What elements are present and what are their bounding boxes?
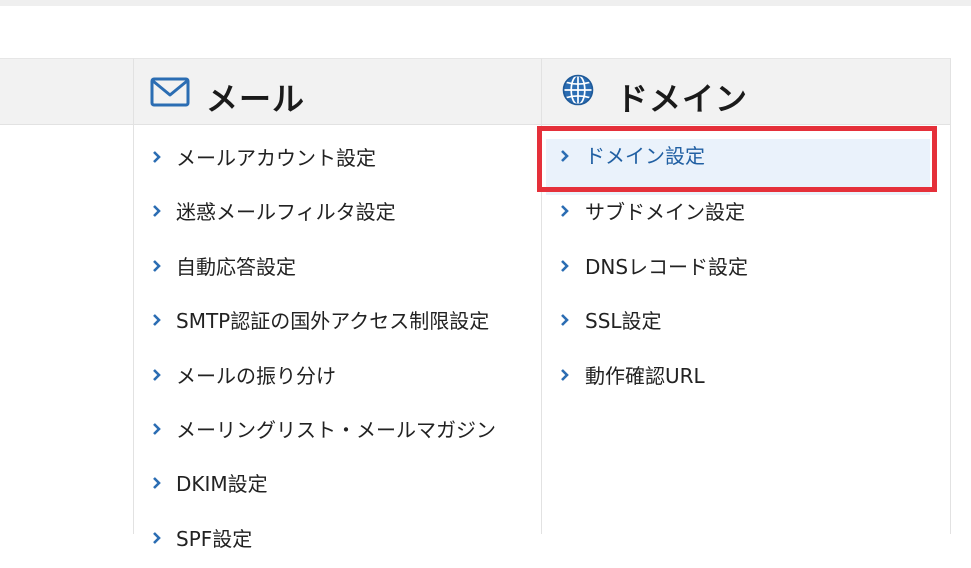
chevron-right-icon xyxy=(153,205,161,218)
left-column-header xyxy=(0,59,133,125)
menu-item-subdomain-settings[interactable]: サブドメイン設定 xyxy=(542,187,950,241)
menu-item-verification-url[interactable]: 動作確認URL xyxy=(542,351,950,405)
menu-item-label: 動作確認URL xyxy=(585,363,705,388)
menu-item-label: サブドメイン設定 xyxy=(585,200,745,225)
menu-item-domain-settings[interactable]: ドメイン設定 xyxy=(542,133,950,195)
chevron-right-icon xyxy=(153,368,161,381)
menu-item-spf[interactable]: SPF設定 xyxy=(134,514,541,568)
mail-menu: メールアカウント設定 迷惑メールフィルタ設定 自動応答設定 SMTP認証の国外ア… xyxy=(134,133,541,568)
chevron-right-icon xyxy=(561,150,569,162)
globe-icon xyxy=(562,74,594,106)
top-bar xyxy=(0,0,971,6)
menu-item-label: SPF設定 xyxy=(176,526,253,551)
menu-item-label: メールアカウント設定 xyxy=(176,146,376,170)
menu-item-auto-reply[interactable]: 自動応答設定 xyxy=(134,242,541,296)
menu-item-dkim[interactable]: DKIM設定 xyxy=(134,459,541,513)
menu-item-label: メーリングリスト・メールマガジン xyxy=(176,417,496,442)
chevron-right-icon xyxy=(153,423,161,435)
menu-item-label: ドメイン設定 xyxy=(585,144,705,168)
menu-item-mail-account[interactable]: メールアカウント設定 xyxy=(134,133,541,187)
menu-item-label: 迷惑メールフィルタ設定 xyxy=(176,200,396,225)
mail-section: メール メールアカウント設定 迷惑メールフィルタ設定 自動応答設定 SMTP認証… xyxy=(134,58,542,551)
menu-item-spam-filter[interactable]: 迷惑メールフィルタ設定 xyxy=(134,187,541,241)
chevron-right-icon xyxy=(561,314,569,327)
domain-section: ドメイン ドメイン設定 サブドメイン設定 DNSレコード設定 SSL設定 動作確… xyxy=(542,58,951,534)
menu-item-label: 自動応答設定 xyxy=(176,254,296,279)
mail-section-header: メール xyxy=(134,59,541,125)
left-column xyxy=(0,58,134,534)
menu-item-label: メールの振り分け xyxy=(176,363,336,388)
chevron-right-icon xyxy=(153,259,161,272)
chevron-right-icon xyxy=(153,151,161,163)
chevron-right-icon xyxy=(561,368,569,381)
menu-item-label: SMTP認証の国外アクセス制限設定 xyxy=(176,309,490,334)
menu-item-smtp-restriction[interactable]: SMTP認証の国外アクセス制限設定 xyxy=(134,296,541,350)
domain-menu: ドメイン設定 サブドメイン設定 DNSレコード設定 SSL設定 動作確認URL xyxy=(542,133,950,405)
chevron-right-icon xyxy=(153,477,161,490)
menu-item-ssl-settings[interactable]: SSL設定 xyxy=(542,296,950,350)
mail-section-title: メール xyxy=(206,80,306,118)
menu-item-mail-sorting[interactable]: メールの振り分け xyxy=(134,351,541,405)
menu-item-mailing-list[interactable]: メーリングリスト・メールマガジン xyxy=(134,405,541,459)
chevron-right-icon xyxy=(561,259,569,272)
menu-item-label: SSL設定 xyxy=(585,309,662,334)
chevron-right-icon xyxy=(153,314,161,327)
chevron-right-icon xyxy=(561,205,569,218)
chevron-right-icon xyxy=(153,531,161,544)
menu-item-dns-record-settings[interactable]: DNSレコード設定 xyxy=(542,242,950,296)
envelope-icon xyxy=(150,77,190,107)
domain-section-title: ドメイン xyxy=(616,80,749,118)
menu-item-label: DKIM設定 xyxy=(176,472,268,497)
menu-item-label: DNSレコード設定 xyxy=(585,254,749,279)
domain-section-header: ドメイン xyxy=(542,59,950,125)
